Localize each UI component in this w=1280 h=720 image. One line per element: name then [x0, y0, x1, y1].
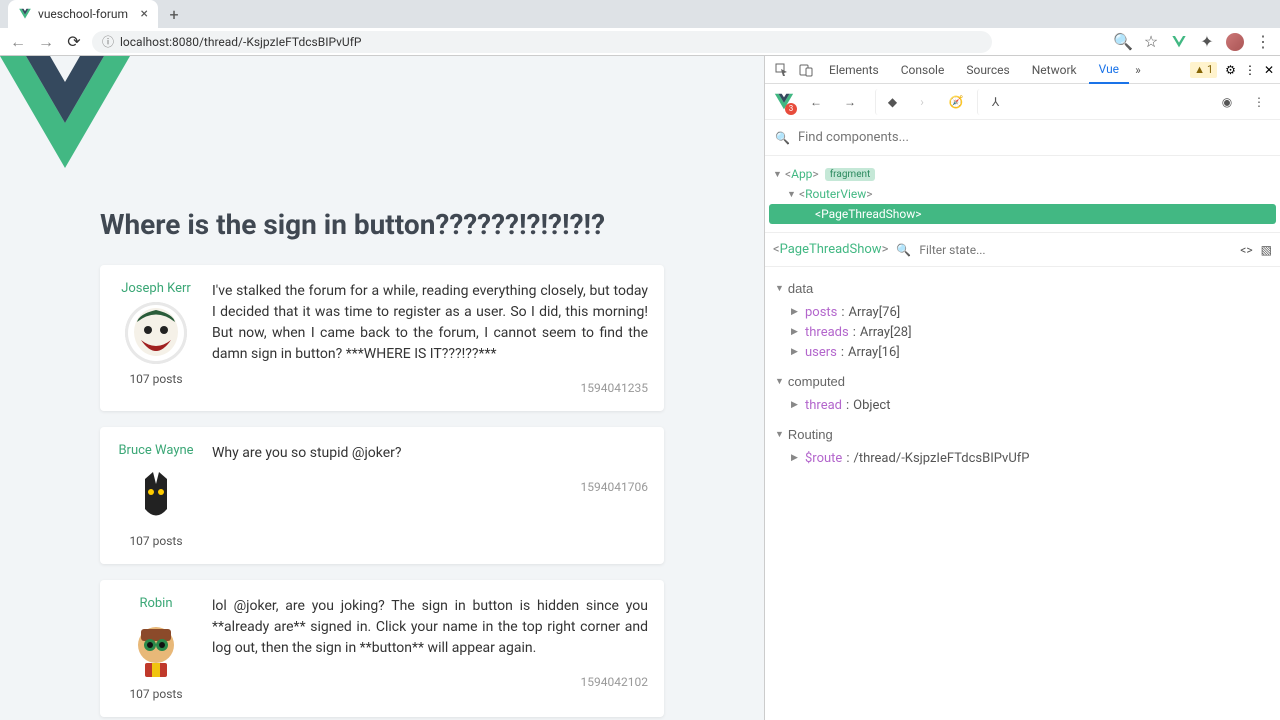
post-timestamp: 1594041706	[212, 480, 648, 494]
vue-devtools-logo[interactable]: 3	[773, 91, 795, 113]
tab-vue[interactable]: Vue	[1089, 56, 1129, 84]
data-row[interactable]: ▶ threads: Array[28]	[775, 322, 1270, 342]
post-timestamp: 1594041235	[212, 381, 648, 395]
caret-right-icon[interactable]: ▶	[791, 307, 801, 317]
search-icon: 🔍	[896, 243, 911, 257]
caret-right-icon[interactable]: ▶	[791, 347, 801, 357]
history-back-icon[interactable]: ←	[803, 89, 829, 115]
post-card: Joseph Kerr 107 posts I've stalked the f…	[100, 265, 664, 411]
tree-node-routerview[interactable]: ▼ <RouterView>	[769, 184, 1276, 204]
selected-component-name: <PageThreadShow>	[773, 242, 888, 257]
more-tabs-icon[interactable]: »	[1131, 63, 1145, 77]
tab-console[interactable]: Console	[891, 56, 955, 84]
state-filter-input[interactable]	[919, 243, 1232, 257]
post-card: Robin 107 posts lol @joker, are you joki…	[100, 580, 664, 717]
caret-down-icon[interactable]: ▼	[775, 429, 784, 440]
post-count: 107 posts	[116, 687, 196, 701]
component-search-row: 🔍	[765, 120, 1280, 156]
post-author[interactable]: Robin	[116, 596, 196, 611]
component-tree: ▼ <App> fragment ▼ <RouterView> <PageThr…	[765, 156, 1280, 233]
post-text: I've stalked the forum for a while, read…	[212, 281, 648, 365]
target-icon[interactable]: ◉	[1214, 89, 1240, 115]
new-tab-button[interactable]: +	[162, 2, 186, 26]
settings-icon[interactable]: ⚙	[1225, 63, 1236, 77]
search-icon: 🔍	[775, 131, 790, 145]
thread-title: Where is the sign in button??????!?!?!?!…	[100, 208, 664, 241]
section-computed[interactable]: ▼ computed	[775, 374, 1270, 389]
history-forward-icon[interactable]: →	[837, 89, 863, 115]
vue-devtools-toolbar: 3 ← → ◆ › 🧭 ⅄ ◉ ⋮	[765, 84, 1280, 120]
tab-sources[interactable]: Sources	[956, 56, 1019, 84]
bookmark-icon[interactable]: ☆	[1142, 33, 1160, 51]
site-info-icon[interactable]: ⓘ	[102, 33, 114, 50]
tab-network[interactable]: Network	[1022, 56, 1087, 84]
page-viewport[interactable]: Where is the sign in button??????!?!?!?!…	[0, 56, 764, 720]
menu-icon[interactable]: ⋮	[1254, 33, 1272, 51]
section-data[interactable]: ▼ data	[775, 281, 1270, 296]
browser-chrome: vueschool-forum × + ← → ⟳ ⓘ localhost:80…	[0, 0, 1280, 56]
devtools-menu-icon[interactable]: ⋮	[1244, 63, 1256, 77]
caret-down-icon[interactable]: ▼	[773, 169, 783, 180]
browser-tab[interactable]: vueschool-forum ×	[8, 0, 158, 28]
post-text: Why are you so stupid @joker?	[212, 443, 648, 464]
vue-extension-icon[interactable]	[1170, 33, 1188, 51]
device-toolbar-icon[interactable]	[795, 59, 817, 81]
scroll-to-component-icon[interactable]: <>	[1240, 243, 1252, 257]
caret-right-icon[interactable]: ▶	[791, 327, 801, 337]
data-row[interactable]: ▶ thread: Object	[775, 395, 1270, 415]
tree-node-app[interactable]: ▼ <App> fragment	[769, 164, 1276, 184]
inspector-body: ▼ data ▶ posts: Array[76] ▶ threads: Arr…	[765, 267, 1280, 476]
post-card: Bruce Wayne 107 posts Why are you so stu…	[100, 427, 664, 564]
tree-node-pagethreadshow[interactable]: <PageThreadShow>	[769, 204, 1276, 224]
vue-favicon	[18, 7, 32, 21]
zoom-icon[interactable]: 🔍	[1114, 33, 1132, 51]
inspect-element-icon[interactable]	[771, 59, 793, 81]
timeline-icon[interactable]: 🧭	[943, 89, 969, 115]
extensions-icon[interactable]: ✦	[1198, 33, 1216, 51]
open-in-editor-icon[interactable]: ▧	[1261, 243, 1272, 257]
more-icon[interactable]: ⋮	[1246, 89, 1272, 115]
tab-elements[interactable]: Elements	[819, 56, 889, 84]
url-text: localhost:8080/thread/-KsjpzIeFTdcsBIPvU…	[120, 35, 361, 49]
close-devtools-icon[interactable]: ✕	[1264, 63, 1274, 77]
vue-logo	[0, 56, 130, 168]
back-button[interactable]: ←	[8, 32, 28, 52]
avatar	[125, 617, 187, 679]
post-count: 107 posts	[116, 372, 196, 386]
avatar	[125, 302, 187, 364]
data-row[interactable]: ▶ users: Array[16]	[775, 342, 1270, 362]
caret-down-icon[interactable]: ▼	[775, 283, 784, 294]
avatar	[125, 464, 187, 526]
close-icon[interactable]: ×	[141, 7, 148, 21]
devtools-panel: Elements Console Sources Network Vue » ▲…	[764, 56, 1280, 720]
caret-right-icon[interactable]: ▶	[791, 453, 801, 463]
caret-right-icon[interactable]: ▶	[791, 400, 801, 410]
notification-badge: 3	[785, 103, 797, 115]
inspector-header: <PageThreadShow> 🔍 <> ▧	[765, 233, 1280, 267]
reload-button[interactable]: ⟳	[64, 32, 84, 52]
tree-icon[interactable]: ⅄	[977, 89, 1003, 115]
post-author[interactable]: Bruce Wayne	[116, 443, 196, 458]
caret-down-icon[interactable]: ▼	[775, 376, 784, 387]
tab-bar: vueschool-forum × +	[0, 0, 1280, 28]
section-routing[interactable]: ▼ Routing	[775, 427, 1270, 442]
warning-badge[interactable]: ▲ 1	[1190, 62, 1217, 78]
forward-button[interactable]: →	[36, 32, 56, 52]
post-timestamp: 1594042102	[212, 675, 648, 689]
post-count: 107 posts	[116, 534, 196, 548]
tab-title: vueschool-forum	[38, 7, 128, 21]
address-bar-row: ← → ⟳ ⓘ localhost:8080/thread/-KsjpzIeFT…	[0, 28, 1280, 56]
chevron-right-icon[interactable]: ›	[909, 89, 935, 115]
component-search-input[interactable]	[798, 130, 1270, 145]
data-row[interactable]: ▶ posts: Array[76]	[775, 302, 1270, 322]
caret-down-icon[interactable]: ▼	[787, 189, 797, 200]
address-bar[interactable]: ⓘ localhost:8080/thread/-KsjpzIeFTdcsBIP…	[92, 31, 992, 53]
post-author[interactable]: Joseph Kerr	[116, 281, 196, 296]
devtools-tabs: Elements Console Sources Network Vue » ▲…	[765, 56, 1280, 84]
fragment-badge: fragment	[825, 168, 876, 181]
profile-avatar[interactable]	[1226, 33, 1244, 51]
post-text: lol @joker, are you joking? The sign in …	[212, 596, 648, 659]
data-row[interactable]: ▶ $route: /thread/-KsjpzIeFTdcsBIPvUfP	[775, 448, 1270, 468]
components-view-icon[interactable]: ◆	[875, 89, 901, 115]
